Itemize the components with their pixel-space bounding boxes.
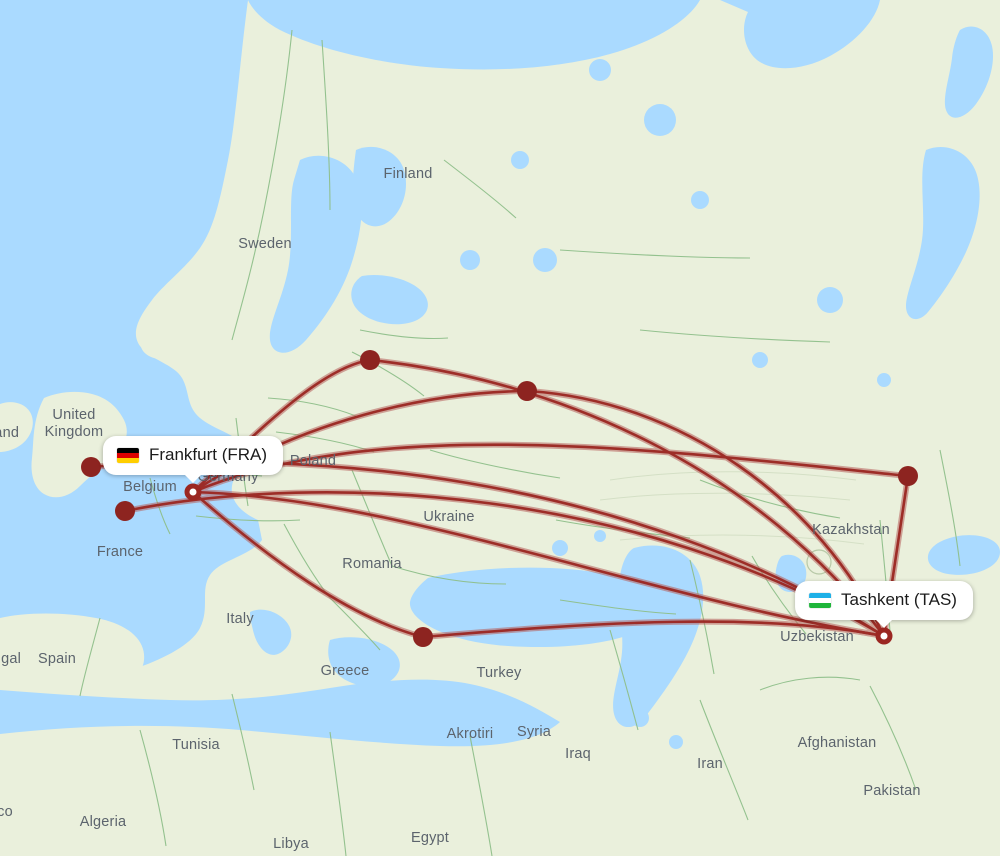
- destination-tooltip-label: Tashkent (TAS): [841, 590, 957, 609]
- waypoint-moscow[interactable]: [517, 381, 537, 401]
- flight-routes-layer: [88, 356, 912, 641]
- origin-marker-frankfurt[interactable]: [184, 483, 202, 501]
- destination-marker-tashkent[interactable]: [875, 627, 893, 645]
- flight-route-map[interactable]: FinlandSwedenUnitedKingdomlandPolandBelg…: [0, 0, 1000, 856]
- waypoint-london[interactable]: [81, 457, 101, 477]
- tooltip-tail: [184, 474, 202, 483]
- tooltip-tail: [874, 619, 893, 628]
- waypoint-paris[interactable]: [115, 501, 135, 521]
- destination-tooltip[interactable]: Tashkent (TAS): [795, 581, 973, 628]
- waypoint-istanbul[interactable]: [413, 627, 433, 647]
- waypoint-riga[interactable]: [360, 350, 380, 370]
- uzbek-flag-icon: [809, 592, 832, 608]
- route-core-group: [89, 358, 910, 639]
- origin-tooltip-label: Frankfurt (FRA): [148, 445, 268, 464]
- waypoint-astana[interactable]: [898, 466, 918, 486]
- origin-tooltip[interactable]: Frankfurt (FRA): [102, 436, 284, 483]
- german-flag-icon: [116, 447, 139, 463]
